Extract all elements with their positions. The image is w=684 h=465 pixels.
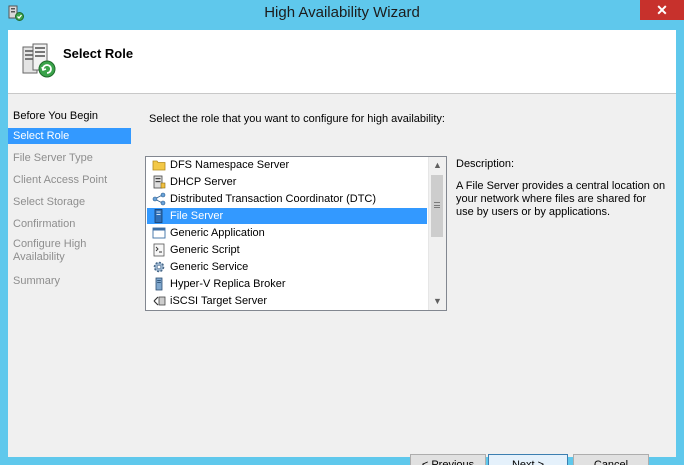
page-title: Select Role	[63, 46, 134, 61]
folder-icon	[152, 160, 166, 171]
title-bar[interactable]: High Availability Wizard ✕	[0, 0, 684, 26]
role-listbox[interactable]: DFS Namespace Server DHCP Server Distrib…	[145, 156, 447, 311]
application-icon	[152, 227, 166, 239]
role-item-hyper-v-replica-broker[interactable]: Hyper-V Replica Broker	[147, 276, 427, 292]
step-file-server-type: File Server Type	[13, 152, 93, 164]
close-icon: ✕	[656, 2, 668, 18]
window-title: High Availability Wizard	[264, 4, 420, 21]
wizard-content: Select the role that you want to configu…	[144, 94, 676, 465]
role-item-generic-service[interactable]: Generic Service	[147, 259, 427, 275]
instruction-text: Select the role that you want to configu…	[149, 113, 445, 125]
role-label: Generic Script	[170, 244, 240, 256]
role-list-scrollbar[interactable]: ▲ ▼	[428, 157, 446, 310]
step-confirmation: Confirmation	[13, 218, 76, 230]
step-configure-high-availability: Configure High Availability	[13, 238, 87, 263]
script-icon	[153, 243, 165, 257]
gear-icon	[153, 261, 165, 273]
scroll-up-button[interactable]: ▲	[429, 157, 446, 174]
iscsi-icon	[153, 296, 166, 306]
step-select-role[interactable]: Select Role	[8, 128, 131, 144]
grip-icon	[434, 202, 440, 208]
scroll-thumb[interactable]	[431, 175, 443, 237]
role-item-generic-script[interactable]: Generic Script	[147, 242, 427, 258]
chevron-up-icon: ▲	[433, 160, 442, 170]
dhcp-icon	[153, 175, 166, 189]
role-label: Hyper-V Replica Broker	[170, 278, 286, 290]
step-summary: Summary	[13, 275, 61, 287]
step-before-you-begin[interactable]: Before You Begin	[8, 108, 131, 124]
dtc-icon	[152, 192, 166, 206]
role-label: DHCP Server	[170, 176, 237, 188]
previous-button[interactable]: < Previous	[410, 454, 486, 465]
file-server-icon	[154, 209, 163, 223]
role-label: File Server	[170, 210, 224, 222]
role-label: Generic Service	[170, 261, 249, 273]
cancel-button[interactable]: Cancel	[573, 454, 649, 465]
description-text: A File Server provides a central locatio…	[456, 180, 666, 218]
step-select-storage: Select Storage	[13, 196, 86, 208]
next-button[interactable]: Next >	[488, 454, 568, 465]
role-item-dhcp[interactable]: DHCP Server	[147, 174, 427, 190]
description-label: Description:	[456, 158, 515, 170]
close-button[interactable]: ✕	[640, 0, 684, 20]
role-label: DFS Namespace Server	[170, 159, 290, 171]
role-item-iscsi-target-server[interactable]: iSCSI Target Server	[147, 293, 427, 309]
server-tower-icon	[155, 277, 163, 291]
wizard-steps-nav: Before You Begin Select Role File Server…	[8, 94, 134, 457]
server-cluster-wizard-icon	[22, 43, 56, 78]
role-item-dtc[interactable]: Distributed Transaction Coordinator (DTC…	[147, 191, 427, 207]
role-item-generic-application[interactable]: Generic Application	[147, 225, 427, 241]
chevron-down-icon: ▼	[433, 296, 442, 306]
role-item-dfs-namespace[interactable]: DFS Namespace Server	[147, 157, 427, 173]
role-label: iSCSI Target Server	[170, 295, 268, 307]
wizard-client-area: Select Role Before You Begin Select Role…	[8, 30, 676, 465]
step-client-access-point: Client Access Point	[13, 174, 108, 186]
role-label: Generic Application	[170, 227, 265, 239]
scroll-down-button[interactable]: ▼	[429, 293, 446, 310]
role-item-file-server[interactable]: File Server	[147, 208, 427, 224]
wizard-window: High Availability Wizard ✕ Select Role B…	[0, 0, 684, 465]
role-label: Distributed Transaction Coordinator (DTC…	[170, 193, 377, 205]
wizard-header: Select Role	[8, 30, 676, 94]
